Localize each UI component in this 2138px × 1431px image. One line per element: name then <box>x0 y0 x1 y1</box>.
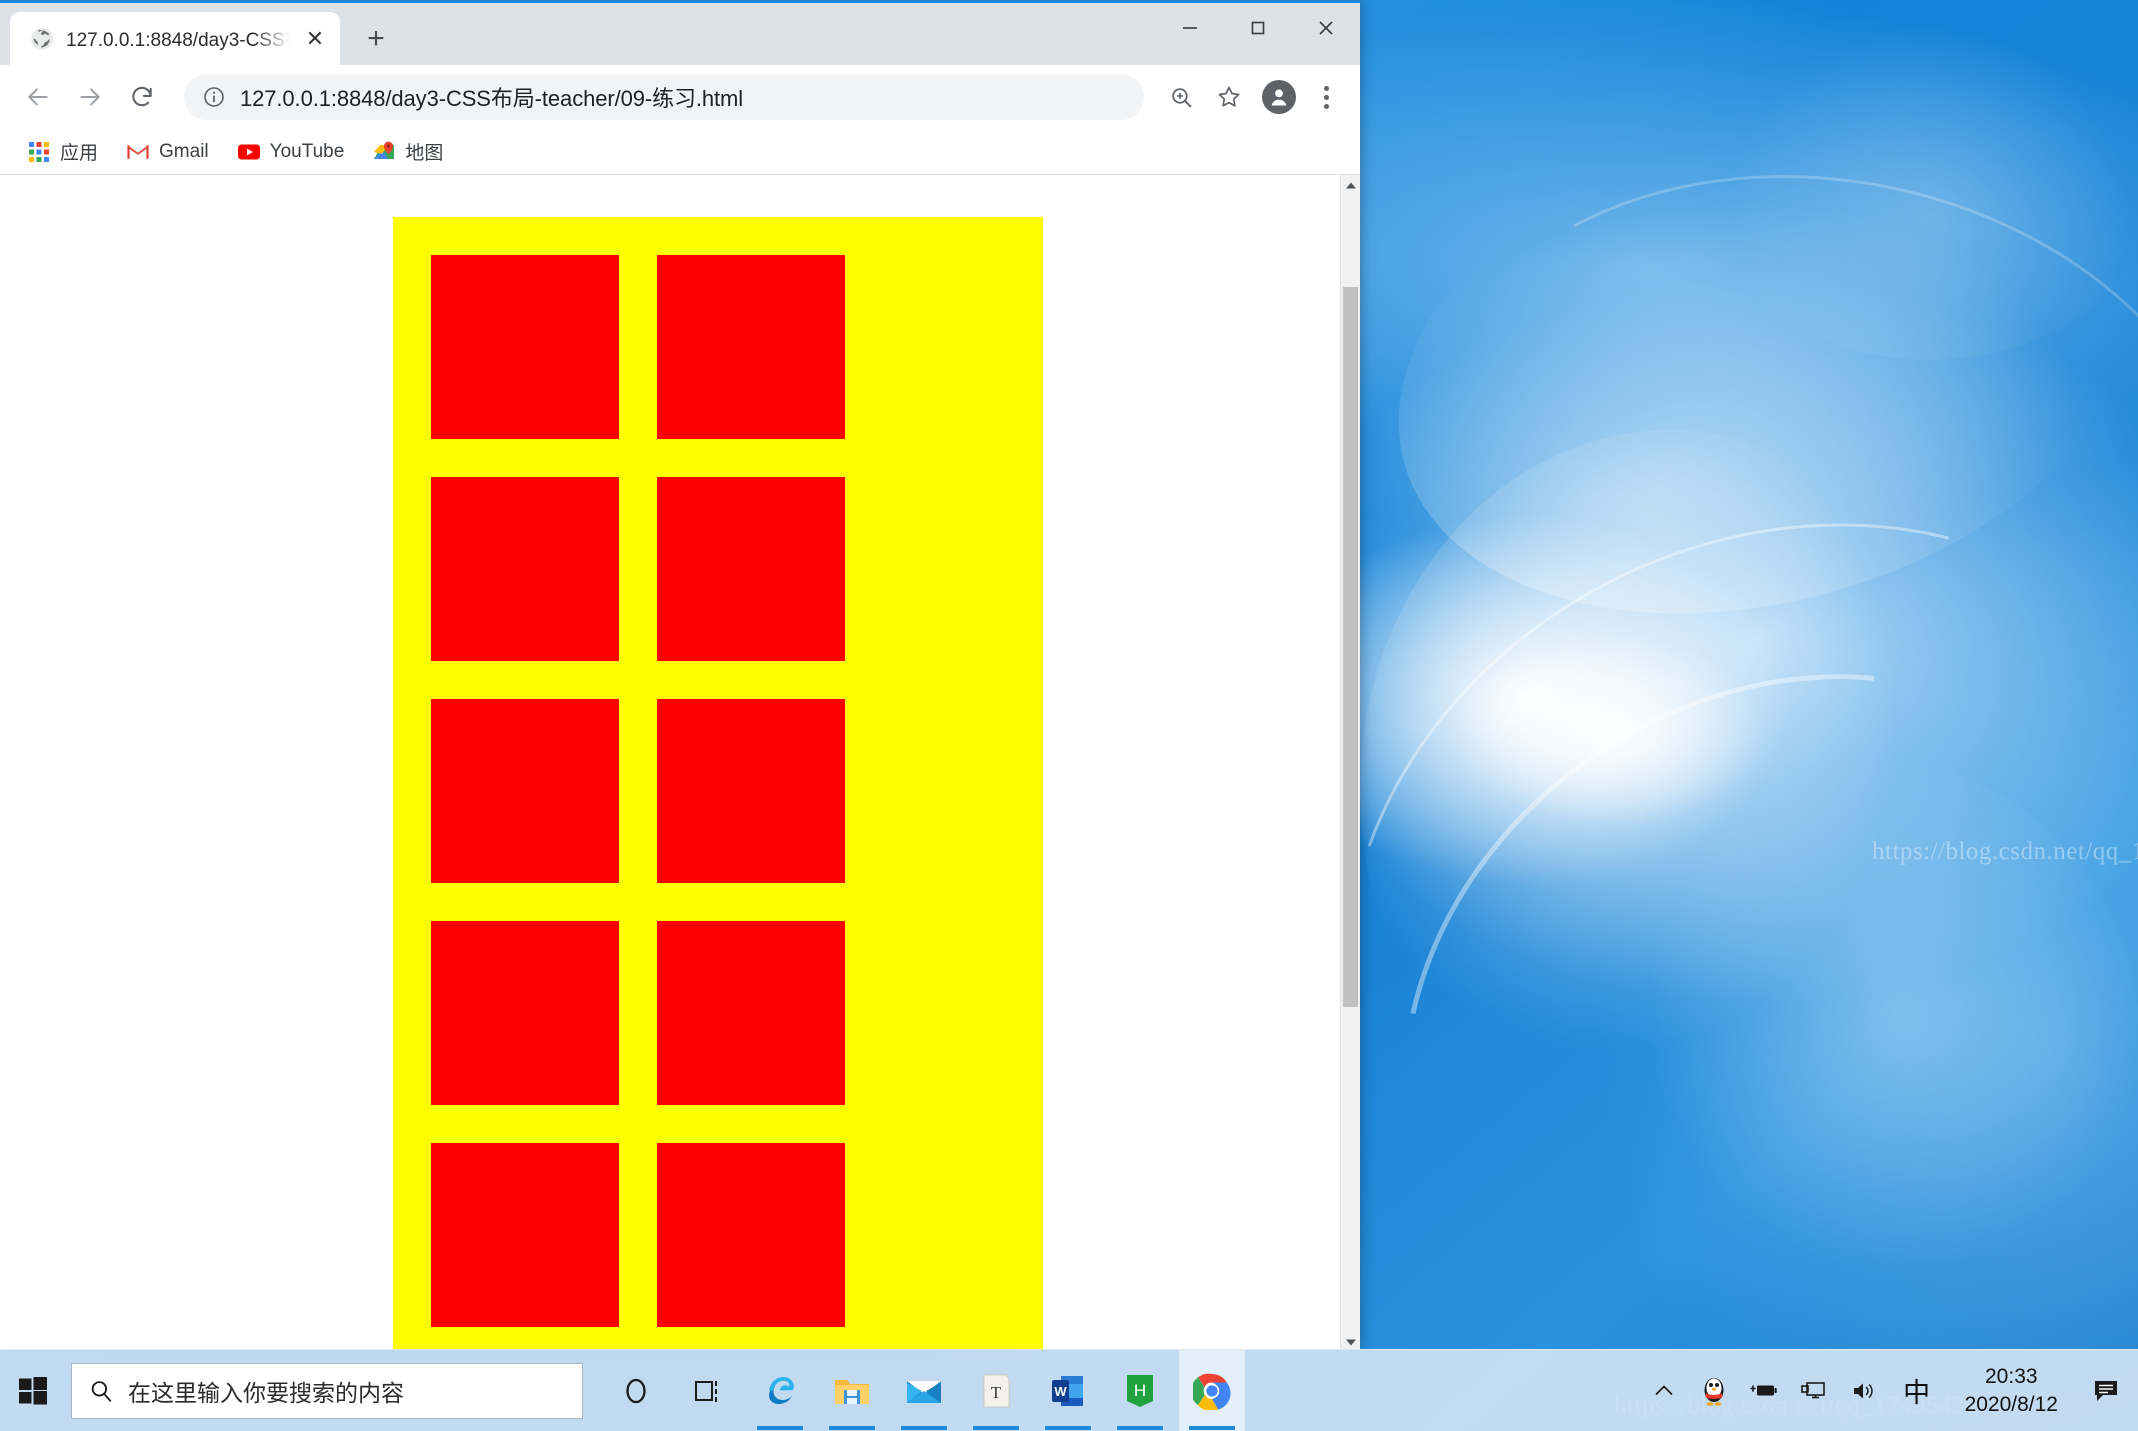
grid-cell <box>431 699 619 883</box>
three-dot-menu-icon[interactable] <box>1306 74 1346 120</box>
hbuilder-icon[interactable]: H <box>1107 1350 1173 1431</box>
wallpaper-swirl <box>1400 600 1820 860</box>
clock-date: 2020/8/12 <box>1964 1392 2058 1416</box>
wallpaper-arc <box>1266 531 2138 1431</box>
red-box-grid <box>431 255 1043 1349</box>
bookmark-label: Gmail <box>159 140 209 162</box>
bookmark-label: YouTube <box>269 140 345 162</box>
grid-cell <box>657 477 845 661</box>
svg-text:H: H <box>1134 1381 1146 1400</box>
wallpaper-swirl <box>1360 430 1980 1150</box>
grid-cell <box>431 255 619 439</box>
wallpaper-swirl <box>1600 760 2138 1320</box>
qq-penguin-icon[interactable] <box>1691 1350 1737 1431</box>
grid-cell <box>657 255 845 439</box>
zoom-in-icon[interactable] <box>1158 74 1204 120</box>
rendered-page <box>0 175 1340 1349</box>
globe-icon <box>31 28 53 49</box>
back-arrow-icon[interactable] <box>14 73 62 121</box>
windows-start-icon[interactable] <box>0 1350 66 1431</box>
taskbar-clock[interactable]: 20:33 2020/8/12 <box>1947 1350 2076 1431</box>
bookmark-maps[interactable]: 地图 <box>363 133 452 170</box>
grid-cell <box>657 1143 845 1327</box>
wallpaper-arc <box>1364 101 2138 879</box>
windows-taskbar: 在这里输入你要搜索的内容 T W H 中 20:33 2020/8/12 <box>0 1349 2138 1431</box>
tab-close-icon[interactable]: ✕ <box>302 26 328 52</box>
grid-cell <box>431 477 619 661</box>
clock-time: 20:33 <box>1985 1365 2038 1389</box>
search-placeholder-text: 在这里输入你要搜索的内容 <box>128 1379 404 1406</box>
minimize-button[interactable] <box>1156 3 1224 53</box>
watermark-text: https://blog.csdn.net/qq_17495439 <box>1872 838 2138 865</box>
typora-icon[interactable]: T <box>963 1350 1029 1431</box>
task-view-icon[interactable] <box>675 1350 741 1431</box>
close-window-button[interactable] <box>1292 3 1360 53</box>
url-text: 127.0.0.1:8848/day3-CSS布局-teacher/09-练习.… <box>240 86 744 111</box>
taskbar-search-input[interactable]: 在这里输入你要搜索的内容 <box>71 1362 583 1419</box>
browser-tab[interactable]: 127.0.0.1:8848/day3-CSS布局-t ✕ <box>10 12 340 65</box>
gmail-icon <box>127 144 149 159</box>
cortana-icon[interactable] <box>603 1350 669 1431</box>
scroll-up-arrow-icon[interactable] <box>1341 175 1360 195</box>
system-tray: 中 20:33 2020/8/12 <box>1641 1350 2138 1431</box>
menu-dot <box>1323 103 1329 109</box>
new-tab-button[interactable]: + <box>354 17 398 61</box>
profile-avatar-icon[interactable] <box>1262 80 1296 114</box>
grid-cell <box>657 699 845 883</box>
desktop: https://blog.csdn.net/qq_17495439 https:… <box>0 0 2138 1431</box>
yellow-container <box>393 217 1043 1349</box>
browser-toolbar: 127.0.0.1:8848/day3-CSS布局-teacher/09-练习.… <box>0 65 1360 129</box>
bookmarks-bar: 应用 Gmail YouTube 地图 <box>0 129 1360 175</box>
window-controls <box>1156 3 1360 53</box>
grid-cell <box>657 921 845 1105</box>
file-explorer-icon[interactable] <box>819 1350 885 1431</box>
tab-title: 127.0.0.1:8848/day3-CSS布局-t <box>66 30 290 51</box>
bookmark-apps[interactable]: 应用 <box>18 133 107 170</box>
word-icon[interactable]: W <box>1035 1350 1101 1431</box>
volume-icon[interactable] <box>1841 1350 1887 1431</box>
grid-cell <box>431 921 619 1105</box>
scroll-down-arrow-icon[interactable] <box>1341 1332 1360 1349</box>
menu-dot <box>1323 94 1329 100</box>
wallpaper-swirl <box>1338 24 2138 696</box>
battery-icon[interactable] <box>1741 1350 1787 1431</box>
forward-arrow-icon[interactable] <box>66 73 114 121</box>
tab-strip: 127.0.0.1:8848/day3-CSS布局-t ✕ + <box>0 3 1360 65</box>
toolbar-actions <box>1158 74 1346 120</box>
mail-icon[interactable] <box>891 1350 957 1431</box>
svg-text:W: W <box>1054 1384 1067 1399</box>
network-icon[interactable] <box>1791 1350 1837 1431</box>
page-viewport <box>0 175 1360 1349</box>
chevron-up-icon[interactable] <box>1641 1350 1687 1431</box>
taskbar-app-icons: T W H <box>603 1349 1245 1431</box>
youtube-icon <box>237 144 260 159</box>
chrome-icon[interactable] <box>1179 1349 1245 1431</box>
page-scrollbar[interactable] <box>1340 175 1360 1349</box>
star-icon[interactable] <box>1206 74 1252 120</box>
edge-icon[interactable] <box>747 1350 813 1431</box>
apps-grid-icon <box>29 141 49 162</box>
address-bar[interactable]: 127.0.0.1:8848/day3-CSS布局-teacher/09-练习.… <box>184 74 1144 120</box>
svg-text:T: T <box>991 1383 1002 1402</box>
menu-dot <box>1323 85 1329 91</box>
chrome-browser-window: 127.0.0.1:8848/day3-CSS布局-t ✕ + <box>0 0 1360 1349</box>
grid-cell <box>431 1143 619 1327</box>
scrollbar-thumb[interactable] <box>1343 287 1358 1007</box>
google-maps-icon <box>374 141 395 159</box>
bookmark-label: 地图 <box>405 143 444 164</box>
notification-icon[interactable] <box>2080 1350 2132 1431</box>
bookmark-label: 应用 <box>60 143 99 164</box>
bookmark-youtube[interactable]: YouTube <box>228 135 354 169</box>
wallpaper-swirl <box>1700 0 2138 360</box>
maximize-button[interactable] <box>1224 3 1292 53</box>
info-circle-icon[interactable] <box>202 85 226 109</box>
reload-icon[interactable] <box>118 73 166 121</box>
search-icon <box>91 1380 112 1402</box>
ime-language-button[interactable]: 中 <box>1891 1350 1943 1431</box>
bookmark-gmail[interactable]: Gmail <box>117 135 218 169</box>
